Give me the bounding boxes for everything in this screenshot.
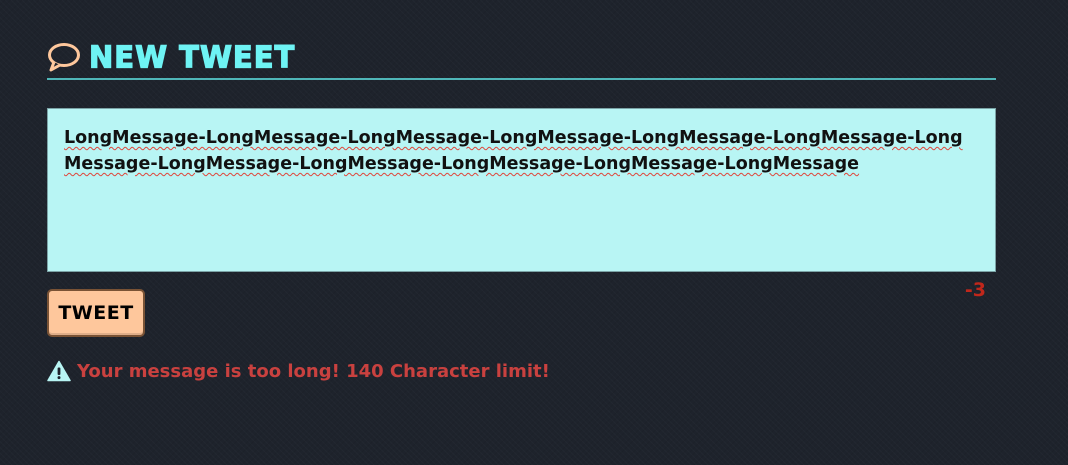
section-header: New Tweet [47,36,996,80]
warning-icon [47,360,71,382]
error-message-row: Your message is too long! 140 Character … [47,358,550,384]
tweet-button[interactable]: Tweet [47,289,145,337]
error-text: Your message is too long! 140 Character … [77,360,550,382]
character-counter: -3 [964,279,986,301]
speech-bubble-icon [47,40,81,74]
page-title: New Tweet [88,39,296,76]
tweet-textarea[interactable]: LongMessage-LongMessage-LongMessage-Long… [47,108,996,272]
new-tweet-section: New Tweet LongMessage-LongMessage-LongMe… [47,36,996,382]
